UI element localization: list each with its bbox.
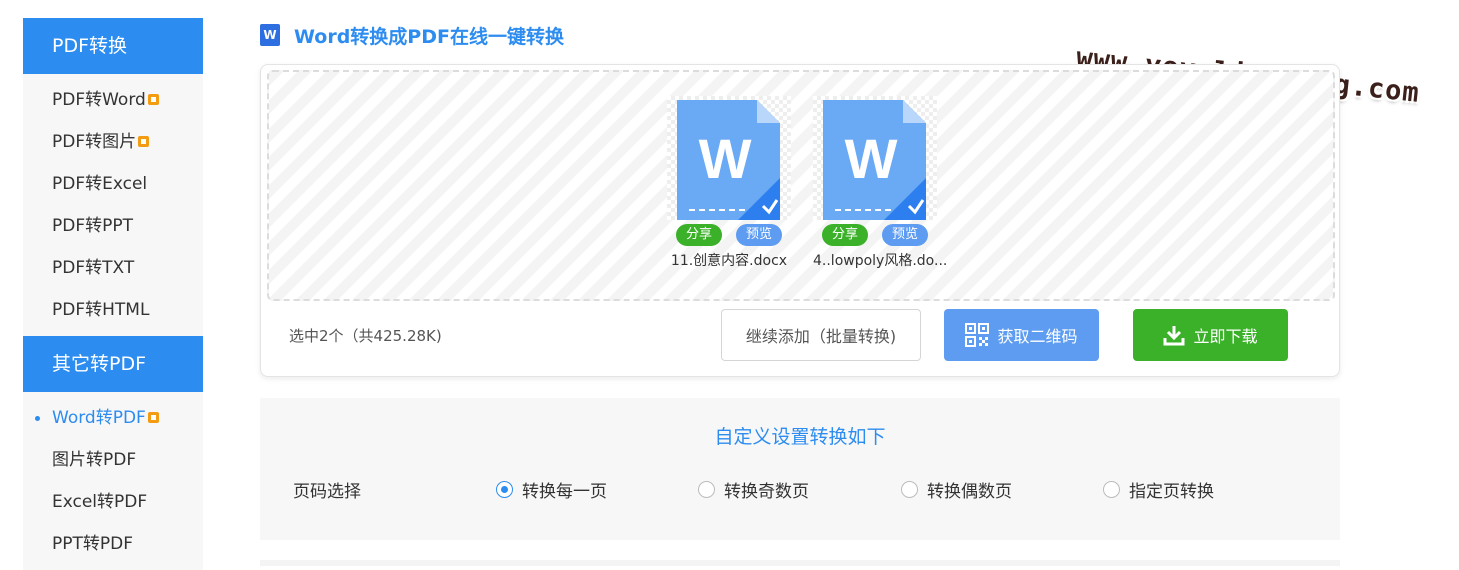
word-icon: W [260,24,280,46]
sidebar-item-label: PDF转Word [52,90,146,110]
sidebar: PDF转换 PDF转Word PDF转图片 PDF转Excel PDF转PPT … [23,18,203,570]
svg-text:W: W [699,127,752,190]
sidebar-item-image-to-pdf[interactable]: 图片转PDF [23,439,203,481]
sidebar-item-label: PDF转HTML [52,300,150,320]
get-qrcode-button[interactable]: 获取二维码 [944,309,1099,361]
new-badge-icon [147,412,159,423]
add-more-label: 继续添加（批量转换) [745,327,897,346]
radio-circle [698,481,715,498]
file-actions: 分享 预览 [667,224,791,246]
sidebar-item-label: 图片转PDF [52,450,137,470]
download-icon [1163,324,1185,346]
page-title: W Word转换成PDF在线一键转换 [260,22,564,48]
selection-info: 选中2个（共425.28K) [289,327,442,345]
sidebar-item-pdf-to-ppt[interactable]: PDF转PPT [23,205,203,247]
svg-text:W: W [845,127,898,190]
file-card[interactable]: W 分享 预览 4..lowpoly风格.do... [813,96,948,270]
sidebar-item-pdf-to-word[interactable]: PDF转Word [23,79,203,121]
file-name: 4..lowpoly风格.do... [813,253,948,269]
sidebar-item-pdf-to-excel[interactable]: PDF转Excel [23,163,203,205]
radio-convert-even-pages[interactable]: 转换偶数页 [901,477,1012,502]
download-button[interactable]: 立即下载 [1133,309,1288,361]
page-title-text: Word转换成PDF在线一键转换 [294,25,564,48]
file-thumbnail: W [667,96,791,220]
sidebar-section-pdf-convert: PDF转Word PDF转图片 PDF转Excel PDF转PPT PDF转TX… [23,74,203,336]
sidebar-item-word-to-pdf[interactable]: Word转PDF [23,397,203,439]
sidebar-section-title-other-to-pdf: 其它转PDF [23,336,203,392]
sidebar-item-label: Excel转PDF [52,492,148,512]
sidebar-item-excel-to-pdf[interactable]: Excel转PDF [23,481,203,523]
download-label: 立即下载 [1193,327,1258,346]
sidebar-item-label: PDF转图片 [52,132,137,152]
sidebar-item-label: PDF转TXT [52,258,135,278]
get-qrcode-label: 获取二维码 [997,327,1078,346]
settings-panel: 自定义设置转换如下 页码选择 转换每一页 转换奇数页 转换偶数页 指定页转换 [260,398,1340,540]
next-panel-edge [260,560,1340,566]
word-document-icon: W [677,100,780,220]
file-dropzone[interactable]: W 分享 预览 11.创意内容.docx W 分享 预览 4..lowpoly风… [267,70,1335,301]
word-document-icon: W [823,100,926,220]
radio-convert-odd-pages[interactable]: 转换奇数页 [698,477,809,502]
sidebar-item-label: PDF转Excel [52,174,148,194]
preview-button[interactable]: 预览 [736,224,783,246]
share-button[interactable]: 分享 [675,224,722,246]
radio-label: 转换奇数页 [724,482,809,502]
sidebar-item-pdf-to-html[interactable]: PDF转HTML [23,289,203,331]
file-name: 11.创意内容.docx [670,253,788,269]
share-button[interactable]: 分享 [821,224,868,246]
sidebar-item-label: PPT转PDF [52,534,134,554]
preview-button[interactable]: 预览 [882,224,929,246]
upload-card: W 分享 预览 11.创意内容.docx W 分享 预览 4..lowpoly风… [260,64,1340,377]
radio-circle [496,481,513,498]
sidebar-section-other-to-pdf: Word转PDF 图片转PDF Excel转PDF PPT转PDF [23,392,203,570]
sidebar-item-pdf-to-txt[interactable]: PDF转TXT [23,247,203,289]
file-actions: 分享 预览 [813,224,937,246]
new-badge-icon [147,94,159,105]
sidebar-item-ppt-to-pdf[interactable]: PPT转PDF [23,523,203,565]
sidebar-item-label: Word转PDF [52,408,146,428]
settings-title: 自定义设置转换如下 [714,426,886,448]
new-badge-icon [138,136,150,147]
radio-label: 转换偶数页 [927,482,1012,502]
radio-convert-specified-pages[interactable]: 指定页转换 [1103,477,1214,502]
radio-circle [901,481,918,498]
radio-label: 指定页转换 [1129,482,1214,502]
radio-label: 转换每一页 [522,482,607,502]
file-thumbnail: W [813,96,937,220]
radio-convert-every-page[interactable]: 转换每一页 [496,477,607,502]
sidebar-item-pdf-to-image[interactable]: PDF转图片 [23,121,203,163]
qrcode-icon [965,323,990,347]
sidebar-item-label: PDF转PPT [52,216,134,236]
add-more-button[interactable]: 继续添加（批量转换) [721,309,921,361]
radio-circle [1103,481,1120,498]
sidebar-section-title-pdf-convert: PDF转换 [23,18,203,74]
file-card[interactable]: W 分享 预览 11.创意内容.docx [667,96,791,270]
page-select-label: 页码选择 [293,482,361,502]
active-dot-icon [35,416,40,421]
